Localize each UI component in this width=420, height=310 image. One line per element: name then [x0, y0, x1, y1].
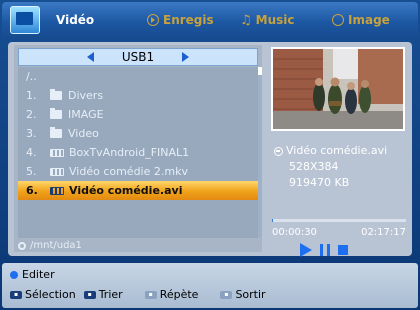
- edit-hint[interactable]: Editer: [10, 268, 55, 281]
- progress-fill: [272, 219, 273, 222]
- scrollbar[interactable]: [258, 67, 262, 237]
- list-item[interactable]: 3. Video: [18, 124, 258, 143]
- ok-key-icon: ▪: [10, 290, 22, 299]
- folder-icon: [50, 127, 62, 138]
- music-note-icon: ♫: [240, 12, 252, 28]
- tab-bar: Vidéo Enregis ♫ Music Image: [2, 2, 418, 38]
- device-selector[interactable]: USB1: [18, 48, 258, 66]
- file-resolution: 528X384: [289, 160, 339, 173]
- item-name: IMAGE: [68, 108, 104, 121]
- playback-times: 00:00:30 02:17:17: [272, 227, 406, 238]
- arrow-left-icon[interactable]: [86, 52, 94, 62]
- tab-enregis[interactable]: Enregis: [147, 10, 214, 30]
- video-file-icon: [50, 167, 64, 176]
- file-info: Vidéo comédie.avi 528X384 919470 KB: [274, 143, 387, 191]
- item-name: Video: [68, 127, 99, 140]
- select-label: Sélection: [25, 288, 76, 301]
- record-icon: [147, 14, 159, 26]
- item-name: BoxTvAndroid_FINAL1: [69, 146, 190, 159]
- tab-video[interactable]: Vidéo: [56, 10, 94, 30]
- footer-hints: ▪ Sélection ▪ Trier ▪ Répète ▪ Sortir: [10, 288, 266, 301]
- sort-hint[interactable]: ▪ Trier: [83, 288, 123, 301]
- item-number: 2.: [26, 108, 37, 121]
- playback-controls: [300, 243, 348, 257]
- disc-icon: [274, 146, 283, 156]
- up-dir-label: /..: [26, 70, 37, 83]
- list-item-selected[interactable]: 6. Vidéo comédie.avi: [18, 181, 258, 200]
- preview-image: [273, 49, 403, 129]
- list-item-up-dir[interactable]: /..: [18, 67, 258, 86]
- video-preview: [271, 47, 405, 131]
- total-time: 02:17:17: [361, 227, 406, 238]
- item-number: 6.: [26, 184, 38, 197]
- item-number: 5.: [26, 165, 37, 178]
- list-item[interactable]: 4. BoxTvAndroid_FINAL1: [18, 143, 258, 162]
- exit-key-icon: ▪: [220, 290, 233, 299]
- device-name: USB1: [121, 50, 155, 64]
- item-name: Divers: [68, 89, 104, 102]
- tab-video-label: Vidéo: [56, 13, 95, 27]
- repeat-key-icon: ▪: [144, 290, 157, 299]
- tab-image-label: Image: [348, 13, 390, 27]
- play-icon[interactable]: [300, 243, 312, 257]
- list-item-empty: [18, 200, 258, 219]
- edit-label: Editer: [22, 268, 55, 281]
- tab-image[interactable]: Image: [332, 10, 390, 30]
- item-name: Vidéo comédie.avi: [69, 184, 183, 197]
- file-size: 919470 KB: [289, 176, 350, 189]
- media-player-screen: Vidéo Enregis ♫ Music Image USB1 /.. 1. …: [0, 0, 420, 310]
- select-hint[interactable]: ▪ Sélection: [10, 288, 76, 301]
- item-number: 3.: [26, 127, 37, 140]
- arrow-right-icon[interactable]: [182, 52, 190, 62]
- item-number: 1.: [26, 89, 37, 102]
- tab-music-label: Music: [255, 13, 295, 27]
- stop-icon[interactable]: [338, 245, 348, 255]
- repeat-hint[interactable]: ▪ Répète: [144, 288, 199, 301]
- image-icon: [332, 14, 344, 26]
- playback-progress[interactable]: [272, 219, 406, 222]
- list-item[interactable]: 1. Divers: [18, 86, 258, 105]
- footer-bar: [2, 263, 418, 308]
- video-file-icon: [50, 186, 64, 195]
- video-file-icon: [50, 148, 64, 157]
- list-item[interactable]: 2. IMAGE: [18, 105, 258, 124]
- sort-key-icon: ▪: [83, 290, 96, 299]
- path-text: /mnt/uda1: [30, 240, 82, 251]
- blue-button-icon: [10, 270, 18, 279]
- sort-label: Trier: [98, 288, 123, 301]
- list-item-empty: [18, 219, 258, 238]
- exit-hint[interactable]: ▪ Sortir: [220, 288, 266, 301]
- video-icon: [10, 6, 40, 34]
- item-number: 4.: [26, 146, 37, 159]
- elapsed-time: 00:00:30: [272, 227, 317, 238]
- folder-icon: [50, 89, 62, 100]
- scrollbar-thumb[interactable]: [258, 67, 262, 75]
- tab-music[interactable]: ♫ Music: [240, 10, 295, 30]
- list-item[interactable]: 5. Vidéo comédie 2.mkv: [18, 162, 258, 181]
- current-path: /mnt/uda1: [18, 239, 258, 252]
- pause-icon[interactable]: [320, 244, 330, 256]
- drive-icon: [18, 241, 26, 250]
- repeat-label: Répète: [159, 288, 199, 301]
- item-name: Vidéo comédie 2.mkv: [69, 165, 188, 178]
- folder-icon: [50, 108, 62, 119]
- exit-label: Sortir: [235, 288, 266, 301]
- file-name: Vidéo comédie.avi: [286, 144, 388, 157]
- tab-enregis-label: Enregis: [163, 13, 214, 27]
